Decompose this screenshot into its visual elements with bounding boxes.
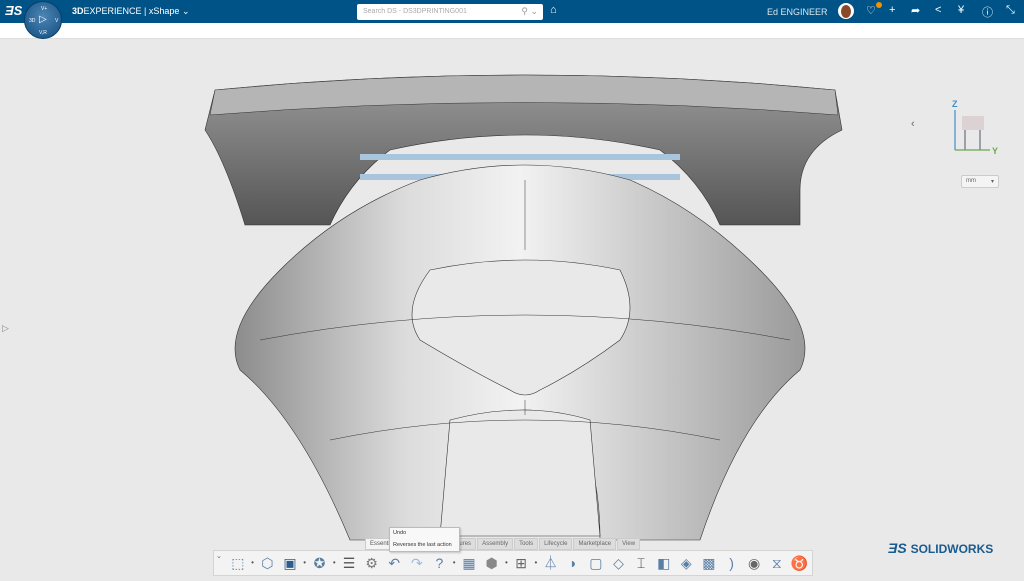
compass-right[interactable]: V [55,18,58,24]
new-icon[interactable]: ⬚ [228,554,248,572]
add-icon[interactable]: + [889,4,895,16]
toolbar-collapse-icon[interactable]: ⌄ [216,552,222,560]
ds-logo: ƎS [5,3,23,18]
logo-text: SOLIDWORKS [910,542,994,556]
panel-expand-chevron[interactable]: ‹ [911,118,915,130]
share-icon[interactable]: ➦ [911,4,920,17]
cube-icon[interactable]: ◈ [677,554,697,572]
undo-icon[interactable]: ↶ [384,554,404,572]
top-bar: ƎS V+ 3D ▷ V V,R 3DEXPERIENCE | xShape ⌄… [0,0,1024,39]
solidworks-logo: ƎS SOLIDWORKS [888,540,994,556]
play-icon[interactable]: ▷ [39,14,47,25]
settings-icon[interactable]: ⚙ [362,554,382,572]
action-bar [0,23,1024,39]
unit-select[interactable]: mm ▾ [961,175,999,188]
chevron-down-icon[interactable]: ⌄ [182,6,190,16]
lifecycle-icon[interactable]: ✪ [310,554,330,572]
compass-left[interactable]: 3D [29,18,35,24]
bridge-icon[interactable]: ⌶ [631,554,651,572]
minimize-icon[interactable]: ⤡ [1006,4,1015,17]
app-brand[interactable]: 3DEXPERIENCE | xShape ⌄ [72,6,189,17]
face-icon[interactable]: ◗ [563,554,583,572]
open-part-icon[interactable]: ⬡ [258,554,278,572]
fill-icon[interactable]: ◧ [654,554,674,572]
box-face-icon[interactable]: ▢ [586,554,606,572]
action-bar-toolbar: ⬚ • ⬡ ▣ • ✪ • ☰ ⚙ ↶ ↷ ? • ▦ ⬢ • ⊞ • ⏃ ◗ ▢ ◇ ⌶ … [213,550,813,576]
cube-edit-icon[interactable]: ▩ [699,554,719,572]
collaborate-icon[interactable]: < [935,4,941,16]
dropdown-icon[interactable]: • [534,554,538,572]
caret-down-icon: ▾ [990,179,994,185]
search-input[interactable]: Search DS - DS3DPRINTING001 ⚲ ⌄ [357,4,543,20]
view-triad[interactable]: Z Y [952,98,1000,156]
dropdown-icon[interactable]: • [251,554,255,572]
tab-lifecycle[interactable]: Lifecycle [539,538,573,550]
user-name[interactable]: Ed ENGINEER [767,7,828,17]
tab-marketplace[interactable]: Marketplace [573,538,617,550]
mirror-icon[interactable]: ⧖ [767,554,787,572]
dropdown-icon[interactable]: • [332,554,336,572]
avatar[interactable] [838,3,854,19]
apps-icon[interactable]: ¥ [958,4,964,16]
axis-z-label: Z [952,99,958,109]
properties-icon[interactable]: ☰ [339,554,359,572]
dropdown-icon[interactable]: • [504,554,508,572]
display-style-icon[interactable]: ⬢ [482,554,502,572]
tooltip-title: Undo [393,530,407,536]
help-icon[interactable]: ? [430,554,450,572]
brand-bold: 3D [72,6,84,16]
dropdown-icon[interactable]: • [303,554,307,572]
compass-bottom[interactable]: V,R [39,30,47,36]
point-surface-icon[interactable]: ⏃ [541,554,561,572]
dropdown-icon[interactable]: • [452,554,456,572]
compass-top[interactable]: V+ [41,6,47,12]
tab-view[interactable]: View [617,538,641,550]
left-panel-toggle[interactable]: ▷ [2,323,9,334]
search-placeholder: Search DS - DS3DPRINTING001 [363,8,467,15]
axis-y-label: Y [992,146,998,156]
brand-text: EXPERIENCE | [83,6,147,16]
curve-icon[interactable]: ) [722,554,742,572]
save-icon[interactable]: ▣ [280,554,300,572]
search-icon[interactable]: ⚲ ⌄ [521,6,538,17]
patch-icon[interactable]: ◇ [609,554,629,572]
tab-tools[interactable]: Tools [514,538,539,550]
compass-button[interactable]: V+ 3D ▷ V V,R [24,1,62,39]
app-name[interactable]: xShape [149,6,180,16]
notifications-icon[interactable]: ♡ [866,4,876,17]
notification-badge [876,2,882,8]
tag-icon[interactable]: ⌂ [550,4,557,16]
symmetry-icon[interactable]: ♉ [790,554,810,572]
3d-model[interactable] [0,40,1024,576]
3d-viewport[interactable]: ‹ Z Y mm ▾ ▷ [0,40,1024,576]
tooltip: Undo Reverses the last action [389,527,460,552]
unit-value: mm [966,178,976,184]
tab-assembly[interactable]: Assembly [477,538,514,550]
blend-icon[interactable]: ◉ [744,554,764,572]
tooltip-description: Reverses the last action [393,542,452,548]
subdivision-grid-icon[interactable]: ⊞ [511,554,531,572]
grid-plane-icon[interactable]: ▦ [459,554,479,572]
help-icon[interactable]: ⓘ [982,4,993,20]
redo-icon[interactable]: ↷ [407,554,427,572]
